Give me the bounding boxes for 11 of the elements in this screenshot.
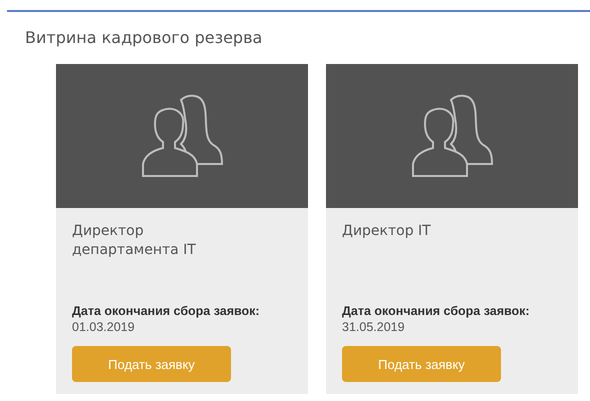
deadline-label: Дата окончания сбора заявок: xyxy=(342,304,531,318)
people-icon xyxy=(141,94,223,178)
deadline-label: Дата окончания сбора заявок: xyxy=(72,304,261,318)
page-title: Витрина кадрового резерва xyxy=(25,28,264,48)
people-icon xyxy=(411,94,493,178)
deadline-date: 31.05.2019 xyxy=(342,320,406,334)
apply-button[interactable]: Подать заявку xyxy=(342,346,501,382)
vacancy-title: Директор IT xyxy=(342,222,432,241)
apply-button[interactable]: Подать заявку xyxy=(72,346,231,382)
deadline-date: 01.03.2019 xyxy=(72,320,136,334)
vacancy-title: Директор департамента IT xyxy=(72,222,197,260)
